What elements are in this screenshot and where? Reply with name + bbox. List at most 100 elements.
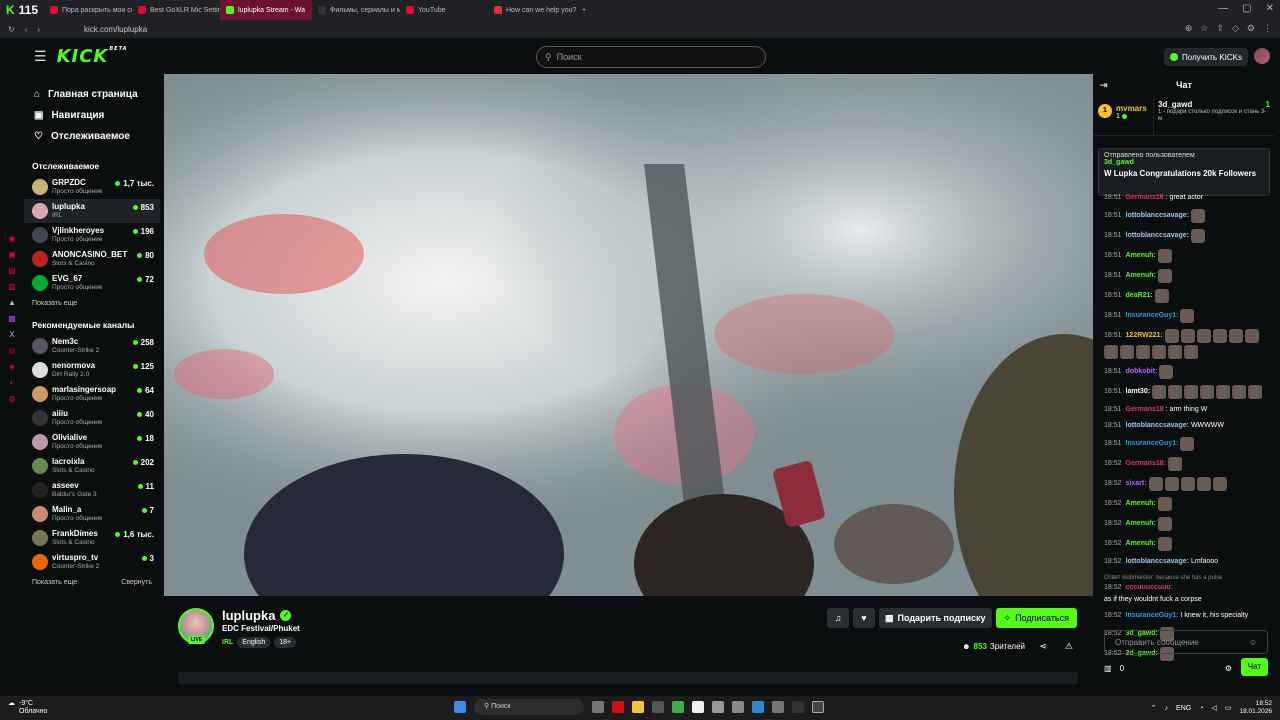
forward-icon[interactable]: › [37,25,40,34]
streamer-name[interactable]: luplupka [222,608,275,623]
message-username[interactable]: cccuuuccuuu: [1126,583,1173,593]
kick-logo[interactable]: KICKBETA [57,46,128,67]
app-icon[interactable] [732,701,744,713]
app-icon[interactable] [672,701,684,713]
message-username[interactable]: lamt30: [1126,387,1151,397]
send-chat-button[interactable]: Чат [1240,658,1268,676]
reload-icon[interactable]: ↻ [8,25,15,34]
message-username[interactable]: Amenuh: [1126,251,1156,261]
opera-icon[interactable] [612,701,624,713]
gift-sub-button[interactable]: ▦ Подарить подписку [878,608,992,628]
browser-tab[interactable]: Пора раскрыть мои секр [44,0,132,20]
channel-item[interactable]: marlasingersoap Просто общение 64 [24,382,160,406]
app-icon[interactable] [792,701,804,713]
channel-item[interactable]: lacroixla Slots & Casino 202 [24,454,160,478]
maximize-icon[interactable]: ▢ [1242,3,1251,14]
nav-item[interactable]: ♡ Отслеживаемое [24,126,160,147]
channel-item[interactable]: EVG_67 Просто общение 72 [24,271,160,295]
tray-chevron-icon[interactable]: ⌃ [1151,704,1157,712]
message-username[interactable]: deaR21: [1126,291,1153,301]
message-username[interactable]: lottoblanccsavage: [1126,231,1189,241]
emoji-icon[interactable]: ☺ [1249,638,1257,647]
url-field[interactable]: kick.com/luplupka [84,25,147,34]
browser-tab[interactable]: YouTube [400,0,488,20]
message-username[interactable]: Amenuh: [1126,519,1156,529]
nav-item[interactable]: ⌂ Главная страница [24,84,160,105]
sidebar-app-icon[interactable]: ▩ [7,314,17,324]
message-username[interactable]: dobkobit: [1126,367,1158,377]
show-more-recommended[interactable]: Показать еще [32,579,77,586]
app-icon[interactable] [752,701,764,713]
message-username[interactable]: 122RW221: [1126,331,1163,341]
sidebar-app-icon[interactable]: ◈ [7,362,17,372]
share-icon[interactable]: ⇪ [1216,23,1224,34]
minimize-icon[interactable]: — [1218,3,1228,14]
sidebar-app-icon[interactable]: ▲ [7,298,17,308]
channel-item[interactable]: virtuspro_tv Counter-Strike 2 3 [24,550,160,574]
second-gifter-name[interactable]: 3d_gawd [1158,100,1192,109]
bookmark-icon[interactable]: ☆ [1200,23,1208,34]
notification-bell-button[interactable]: ♫ [826,608,849,628]
x-icon[interactable]: X [7,330,17,340]
nav-item[interactable]: ▣ Навигация [24,105,160,126]
user-avatar[interactable] [1254,48,1270,64]
app-icon[interactable] [812,701,824,713]
subscribe-button[interactable]: ✧ Подписаться [995,608,1077,628]
message-username[interactable]: lottoblanccsavage: [1126,421,1189,431]
lang-indicator[interactable]: ENG [1176,705,1191,712]
channel-item[interactable]: ANONCASINO_BET Slots & Casino 80 [24,247,160,271]
chat-input[interactable]: Отправить сообщение ☺ [1104,630,1268,654]
browser-tab[interactable]: luplupka Stream - Wa [220,0,312,20]
search-input[interactable]: ⚲ Поиск [536,46,766,68]
report-icon[interactable]: ⚠ [1065,641,1073,652]
menu-icon[interactable]: ⋮ [1263,23,1272,34]
app-icon[interactable] [652,701,664,713]
close-icon[interactable]: ✕ [1266,3,1274,14]
tag-language[interactable]: English [237,637,271,648]
channel-item[interactable]: nenormova Dirt Rally 2.0 125 [24,358,160,382]
task-view-icon[interactable] [592,701,604,713]
follow-heart-button[interactable]: ♥ [852,608,875,628]
start-icon[interactable] [454,701,466,713]
sidebar-app-icon[interactable]: ▣ [7,250,17,260]
show-more-following[interactable]: Показать еще [32,300,77,307]
mic-icon[interactable]: ♪ [1165,705,1169,712]
explorer-icon[interactable] [632,701,644,713]
browser-tab[interactable]: How can we help you? - O [488,0,576,20]
channel-item[interactable]: GRPZDC Просто общение 1,7 тыс. [24,175,160,199]
collapse-chat-icon[interactable]: ⇥ [1100,80,1108,91]
share-icon[interactable]: ⋖ [1039,641,1047,652]
channel-item[interactable]: luplupka IRL 853 [24,199,160,223]
message-username[interactable]: InsuranceGuy1: [1126,311,1179,321]
taskbar-search[interactable]: ⚲ Поиск [474,699,584,715]
message-username[interactable]: Germans18 [1126,405,1164,415]
zoom-icon[interactable]: ⊕ [1185,23,1193,34]
new-tab-button[interactable]: + [576,0,592,20]
browser-tab[interactable]: Best GoXLR Mic Settings [132,0,220,20]
channel-item[interactable]: aiiiu Просто общение 40 [24,406,160,430]
category-link[interactable]: IRL [222,639,233,646]
clock[interactable]: 18:52 18.01.2026 [1239,700,1272,716]
channel-item[interactable]: Malin_a Просто общение 7 [24,502,160,526]
channel-item[interactable]: asseev Baldur's Gate 3 11 [24,478,160,502]
channel-item[interactable]: FrankDimes Slots & Casino 1,6 тыс. [24,526,160,550]
message-username[interactable]: sixart: [1126,479,1147,489]
wifi-icon[interactable]: ◔ [1199,705,1203,712]
top-gifter-name[interactable]: mvmars [1116,104,1147,113]
channel-item[interactable]: Vjlinkheroyes Просто общение 196 [24,223,160,247]
sidebar-app-icon[interactable]: ◐ [7,378,17,388]
message-username[interactable]: Amenuh: [1126,539,1156,549]
message-username[interactable]: lottoblanccsavage: [1126,211,1189,221]
video-player[interactable] [164,74,1093,596]
collapse-button[interactable]: Свернуть [121,579,152,586]
hamburger-icon[interactable]: ☰ [34,48,47,65]
get-kicks-button[interactable]: Получить KICKs [1163,48,1248,66]
tag-age[interactable]: 18+ [274,637,297,648]
sidebar-app-icon[interactable]: ◍ [7,394,17,404]
sidebar-app-icon[interactable]: ◎ [7,346,17,356]
kicks-wallet-icon[interactable]: ▥ [1104,664,1112,673]
yandex-icon[interactable] [692,701,704,713]
extensions-icon[interactable]: ◇ [1232,23,1239,34]
message-username[interactable]: Germans18 [1126,193,1164,203]
browser-tab[interactable]: Фильмы, сериалы и муль [312,0,400,20]
